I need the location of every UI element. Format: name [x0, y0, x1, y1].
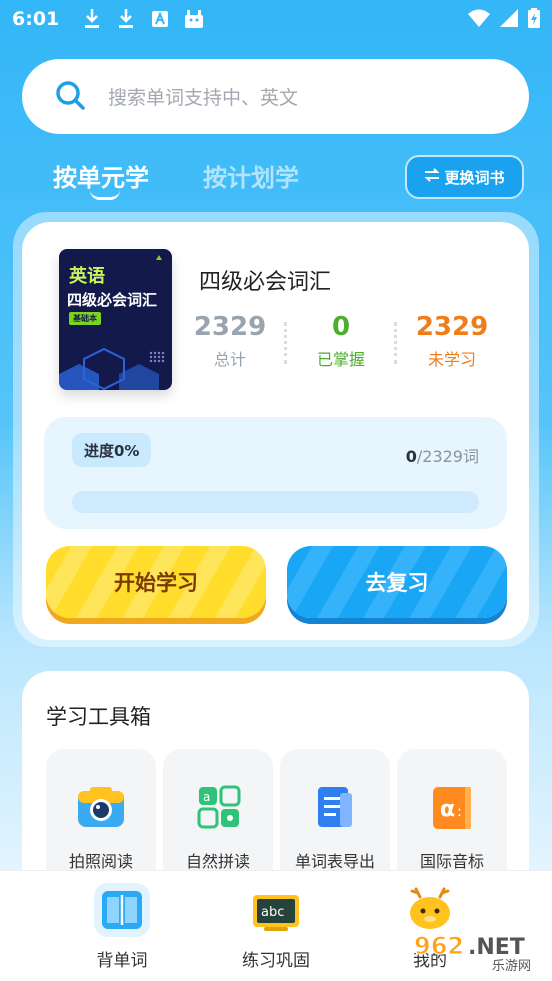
book-cover[interactable]: 英语 四级必会词汇 基础本: [59, 249, 172, 390]
tool-phonetic-symbols[interactable]: α: 国际音标: [397, 749, 507, 889]
switch-book-label: 更换词书: [444, 168, 505, 187]
nav-label: 背单词: [96, 951, 148, 971]
svg-text::: :: [457, 804, 462, 820]
download-icon: [81, 8, 103, 30]
book-cover-tag: 基础本: [69, 312, 101, 325]
battery-icon: [528, 8, 540, 32]
site-watermark: 962 .NET 乐游网: [412, 930, 547, 975]
wifi-icon: [468, 9, 490, 31]
tool-label: 单词表导出: [294, 852, 375, 871]
tool-label: 自然拼读: [185, 852, 250, 871]
stat-total-value: 2329: [193, 312, 267, 342]
stat-unlearned-label: 未学习: [427, 350, 476, 369]
phonics-icon: a: [193, 785, 243, 831]
signal-icon: [500, 9, 518, 31]
search-icon: [54, 79, 86, 115]
status-bar: 6:01: [0, 0, 552, 38]
svg-text:abc: abc: [261, 905, 284, 920]
stat-total-label: 总计: [213, 350, 246, 369]
stat-mastered-value: 0: [331, 312, 351, 342]
tool-label: 国际音标: [419, 852, 484, 871]
camera-icon: [76, 785, 126, 831]
stat-divider: [284, 322, 287, 364]
progress-panel: 进度0% 0/2329词: [44, 417, 507, 529]
nav-item-vocabulary[interactable]: 背单词: [52, 871, 192, 981]
document-export-icon: [310, 785, 360, 831]
stat-mastered-label: 已掌握: [316, 350, 365, 369]
progress-count: 0/2329词: [406, 443, 479, 467]
status-time: 6:01: [12, 8, 60, 30]
svg-text:α: α: [440, 797, 455, 822]
blackboard-icon: abc: [248, 883, 304, 937]
book-cover-title: 四级必会词汇: [67, 291, 158, 309]
svg-text:乐游网: 乐游网: [492, 959, 531, 972]
android-icon: [183, 8, 205, 30]
swap-icon: [424, 168, 440, 186]
search-bar[interactable]: 搜索单词支持中、英文: [22, 59, 529, 134]
nav-item-practice[interactable]: abc 练习巩固: [206, 871, 346, 981]
stat-unlearned: 2329 未学习: [402, 312, 502, 370]
tool-label: 拍照阅读: [68, 852, 133, 871]
active-tab-indicator: [90, 190, 120, 200]
progress-total: /2329词: [416, 447, 479, 466]
tab-by-unit[interactable]: 按单元学: [53, 158, 149, 193]
stat-total: 2329 总计: [180, 312, 280, 370]
tab-by-plan[interactable]: 按计划学: [203, 158, 299, 193]
tool-wordlist-export[interactable]: 单词表导出: [280, 749, 390, 889]
search-placeholder: 搜索单词支持中、英文: [108, 87, 299, 109]
download-icon: [115, 8, 137, 30]
tool-photo-reading[interactable]: 拍照阅读: [46, 749, 156, 889]
svg-text:962: 962: [414, 932, 464, 960]
progress-learned: 0: [405, 447, 417, 466]
app-notification-icon: [149, 8, 171, 30]
mascot-icon: [402, 883, 458, 937]
switch-book-button[interactable]: 更换词书: [405, 155, 524, 199]
book-title: 四级必会词汇: [199, 270, 332, 295]
toolbox-title: 学习工具箱: [46, 705, 151, 729]
progress-bar: [72, 491, 479, 513]
stat-unlearned-value: 2329: [415, 312, 489, 342]
book-icon: [94, 883, 150, 937]
phonetic-book-icon: α:: [427, 785, 477, 831]
nav-label: 练习巩固: [242, 951, 310, 971]
svg-text:.NET: .NET: [468, 935, 525, 960]
progress-label: 进度0%: [72, 433, 152, 467]
start-learning-button[interactable]: 开始学习: [46, 546, 266, 618]
study-card: 英语 四级必会词汇 基础本 四级必会词汇 2329 总计 0 已掌握 2329 …: [22, 222, 529, 640]
stat-mastered: 0 已掌握: [291, 312, 391, 370]
stat-divider: [394, 322, 397, 364]
tool-phonics[interactable]: a 自然拼读: [163, 749, 273, 889]
svg-text:a: a: [203, 790, 210, 804]
book-cover-language: 英语: [69, 266, 105, 287]
review-button[interactable]: 去复习: [287, 546, 507, 618]
